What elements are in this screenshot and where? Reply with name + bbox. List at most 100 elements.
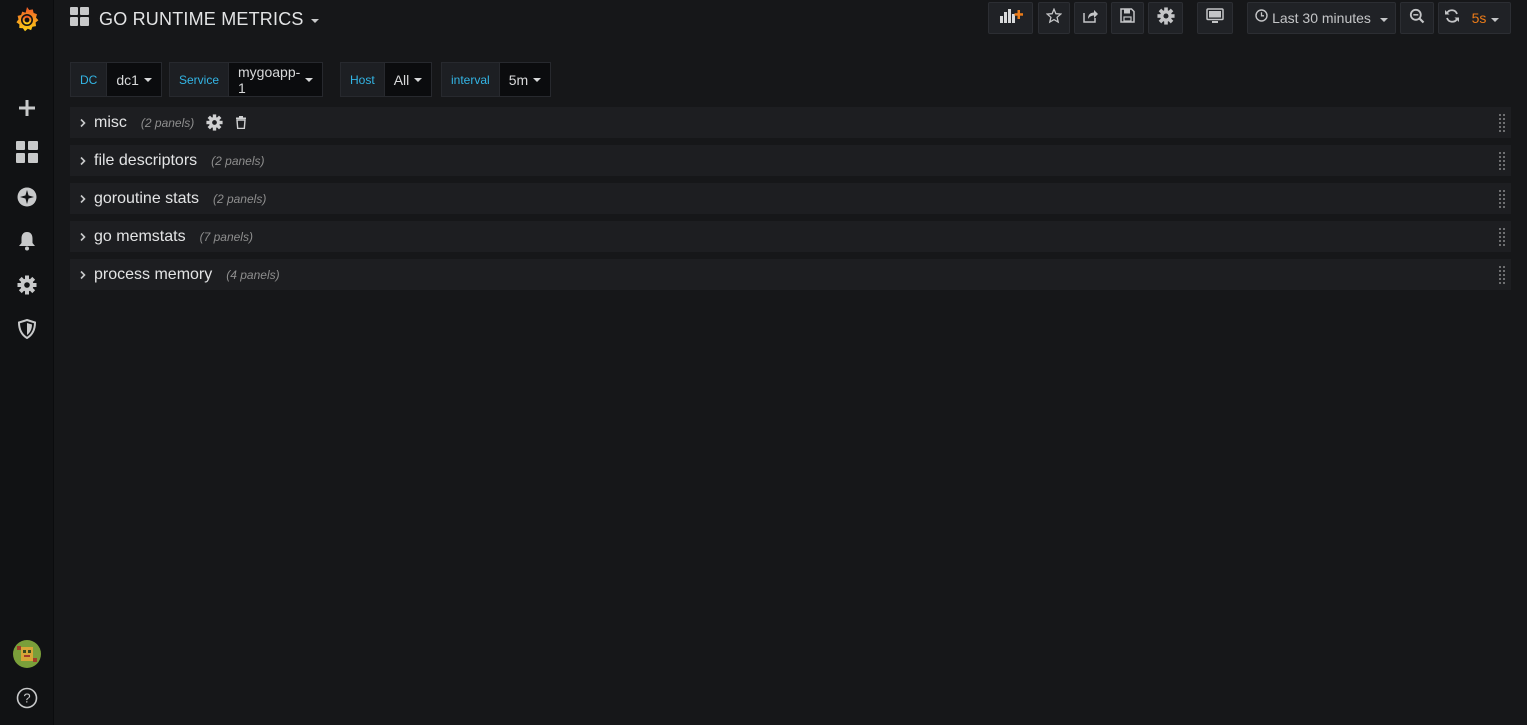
chevron-right-icon	[72, 232, 94, 242]
row-title: process memory	[94, 265, 213, 283]
star-icon	[1045, 7, 1063, 29]
row-panel-count: (7 panels)	[199, 229, 253, 244]
avatar[interactable]	[0, 634, 54, 674]
drag-dot	[1499, 130, 1501, 132]
drag-dot	[1499, 194, 1501, 196]
chevron-down-icon	[143, 78, 152, 82]
dashboard-row-misc[interactable]: misc (2 panels)	[70, 107, 1511, 138]
drag-dot	[1499, 236, 1501, 238]
chevron-right-icon	[72, 156, 94, 166]
drag-dot	[1503, 190, 1505, 192]
save-icon	[1120, 8, 1135, 28]
drag-dot	[1499, 156, 1501, 158]
help-icon[interactable]: ?	[0, 678, 54, 718]
dashboards-icon[interactable]	[0, 132, 54, 172]
drag-dot	[1503, 122, 1505, 124]
drag-dot	[1503, 274, 1505, 276]
drag-dot	[1499, 244, 1501, 246]
variable-interval: interval 5m	[441, 62, 552, 97]
bell-icon[interactable]	[0, 221, 54, 261]
time-range-picker[interactable]: Last 30 minutes	[1247, 2, 1396, 34]
dashboard-title-picker[interactable]: GO RUNTIME METRICS	[70, 0, 319, 38]
shield-icon[interactable]	[0, 309, 54, 349]
drag-dot	[1499, 168, 1501, 170]
page-title: GO RUNTIME METRICS	[99, 8, 304, 29]
variable-interval-select[interactable]: 5m	[498, 62, 552, 97]
add-panel-icon	[999, 8, 1023, 29]
drag-dot	[1499, 270, 1501, 272]
gear-icon[interactable]	[0, 265, 54, 305]
drag-dot	[1499, 126, 1501, 128]
dashboard-row-goroutine-stats[interactable]: goroutine stats (2 panels)	[70, 183, 1511, 214]
drag-dot	[1503, 240, 1505, 242]
row-title: file descriptors	[94, 151, 198, 169]
variable-dc-select[interactable]: dc1	[106, 62, 162, 97]
drag-handle[interactable]	[1499, 152, 1507, 170]
drag-dot	[1503, 114, 1505, 116]
tv-icon	[1206, 7, 1224, 29]
zoom-out-button[interactable]	[1400, 2, 1434, 34]
row-tools	[206, 114, 259, 131]
zoom-out-icon	[1409, 8, 1425, 29]
trash-icon[interactable]	[235, 116, 247, 129]
clock-icon	[1255, 9, 1268, 27]
drag-dot	[1503, 118, 1505, 120]
star-button[interactable]	[1038, 2, 1070, 34]
chevron-right-icon	[72, 270, 94, 280]
save-button[interactable]	[1111, 2, 1144, 34]
chevron-down-icon	[533, 78, 542, 82]
dashboards-icon	[70, 7, 89, 31]
dashboard-row-process-memory[interactable]: process memory (4 panels)	[70, 259, 1511, 290]
svg-text:?: ?	[23, 691, 30, 706]
drag-handle[interactable]	[1499, 228, 1507, 246]
variable-value: dc1	[116, 71, 139, 88]
navbar: GO RUNTIME METRICS Last 30 minutes 5s	[54, 0, 1527, 40]
dashboard-row-go-memstats[interactable]: go memstats (7 panels)	[70, 221, 1511, 252]
drag-dot	[1499, 232, 1501, 234]
share-button[interactable]	[1074, 2, 1107, 34]
drag-dot	[1503, 278, 1505, 280]
plus-icon[interactable]	[0, 88, 54, 128]
tv-mode-button[interactable]	[1197, 2, 1233, 34]
drag-handle[interactable]	[1499, 190, 1507, 208]
dashboard-row-file-descriptors[interactable]: file descriptors (2 panels)	[70, 145, 1511, 176]
variable-value: All	[393, 71, 410, 88]
chevron-down-icon	[1379, 17, 1388, 22]
drag-dot	[1499, 266, 1501, 268]
gear-icon[interactable]	[206, 114, 223, 131]
refresh-button[interactable]: 5s	[1438, 2, 1511, 34]
variable-host: Host All	[340, 62, 433, 97]
drag-dot	[1503, 228, 1505, 230]
drag-dot	[1499, 190, 1501, 192]
grafana-logo-icon[interactable]	[0, 0, 54, 40]
drag-dot	[1503, 168, 1505, 170]
chevron-right-icon	[72, 118, 94, 128]
variable-label: Service	[169, 62, 229, 97]
drag-dot	[1503, 206, 1505, 208]
drag-dot	[1499, 198, 1501, 200]
row-panel-count: (2 panels)	[211, 153, 265, 168]
drag-dot	[1503, 126, 1505, 128]
drag-dot	[1499, 240, 1501, 242]
drag-dot	[1499, 114, 1501, 116]
variable-service-select[interactable]: mygoapp-1	[228, 62, 324, 97]
drag-dot	[1499, 152, 1501, 154]
drag-dot	[1503, 160, 1505, 162]
drag-handle[interactable]	[1499, 114, 1507, 132]
settings-button[interactable]	[1148, 2, 1183, 34]
drag-handle[interactable]	[1499, 266, 1507, 284]
variable-value: 5m	[508, 71, 529, 88]
variable-host-select[interactable]: All	[383, 62, 433, 97]
chevron-right-icon	[72, 194, 94, 204]
explore-icon[interactable]	[0, 177, 54, 217]
drag-dot	[1503, 270, 1505, 272]
drag-dot	[1503, 282, 1505, 284]
row-title: go memstats	[94, 227, 186, 245]
drag-dot	[1503, 244, 1505, 246]
drag-dot	[1499, 278, 1501, 280]
variable-service: Service mygoapp-1	[169, 62, 324, 97]
row-title: misc	[94, 113, 127, 131]
drag-dot	[1503, 202, 1505, 204]
add-panel-button[interactable]	[988, 2, 1033, 34]
drag-dot	[1499, 118, 1501, 120]
